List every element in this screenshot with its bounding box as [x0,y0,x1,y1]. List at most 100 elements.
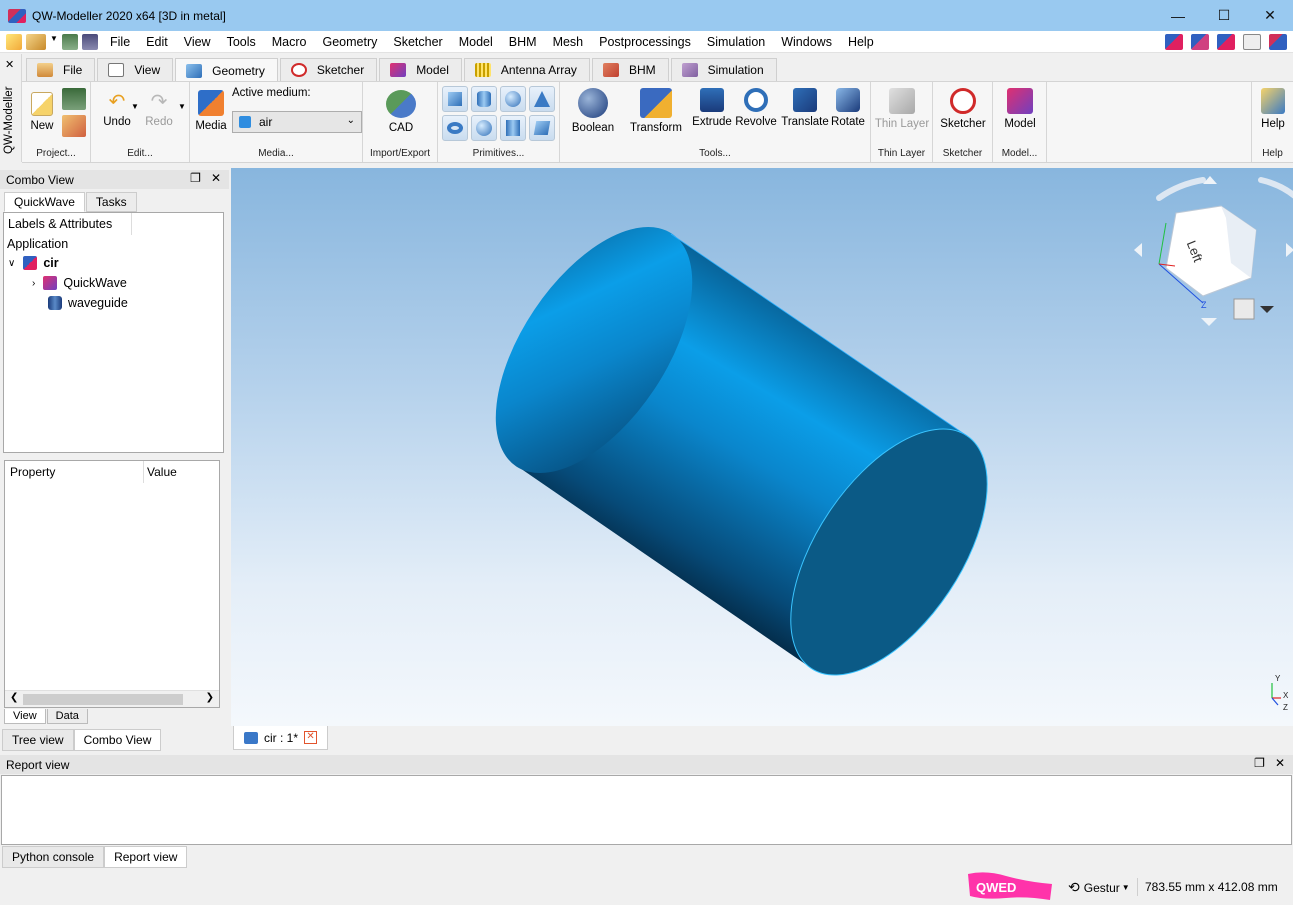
3d-viewport[interactable]: Z Left Y X Z [231,168,1293,726]
chevron-right-icon[interactable]: › [32,278,35,289]
menu-tools[interactable]: Tools [219,35,264,49]
scroll-left-icon[interactable]: ❮ [10,692,18,703]
menu-help[interactable]: Help [840,35,882,49]
view-menu-arrow-icon[interactable] [1260,306,1274,313]
qw-editor-icon[interactable] [1165,34,1183,50]
box-icon[interactable] [442,86,468,112]
menu-edit[interactable]: Edit [138,35,176,49]
boolean-button[interactable]: Boolean [568,88,618,134]
new-doc-icon[interactable] [6,33,22,50]
nav-right-arrow-icon[interactable] [1286,243,1293,257]
ellipsoid-icon[interactable] [471,115,497,141]
tab-file[interactable]: File [26,58,96,81]
tab-view[interactable]: View [4,709,46,724]
menu-windows[interactable]: Windows [773,35,840,49]
save-icon[interactable] [62,88,86,110]
media-button[interactable]: Media [194,90,228,132]
menu-mesh[interactable]: Mesh [545,35,592,49]
sketcher-button[interactable]: Sketcher [939,88,987,130]
translate-button[interactable]: Translate [779,88,831,128]
navigation-style-selector[interactable]: ⟲ Gestur ▼ [1068,879,1130,896]
maximize-button[interactable]: ☐ [1201,0,1247,31]
report-output[interactable] [1,775,1292,845]
tab-tasks[interactable]: Tasks [85,192,137,212]
close-icon[interactable]: ✕ [5,58,14,71]
menu-view[interactable]: View [176,35,219,49]
open-icon[interactable] [26,33,46,50]
model-button[interactable]: Model [998,88,1042,130]
undo-button[interactable]: ↶ Undo [99,92,135,128]
tab-simulation[interactable]: Simulation [670,58,777,81]
view-menu-cube-icon[interactable] [1233,298,1255,320]
tab-data[interactable]: Data [46,709,88,724]
redo-button[interactable]: ↷ Redo [141,92,177,128]
tab-view[interactable]: View [97,58,174,81]
menu-model[interactable]: Model [451,35,501,49]
menu-macro[interactable]: Macro [264,35,315,49]
ribbon: New Project... ↶ Undo ▼ ↷ Redo ▼ Edit...… [22,81,1293,163]
navigation-cube[interactable]: Z [1134,176,1293,326]
tab-model[interactable]: Model [379,58,462,81]
nav-down-arrow-icon[interactable] [1201,318,1217,326]
tree-item-waveguide[interactable]: waveguide [48,296,128,310]
help-button[interactable]: Help [1256,88,1290,130]
revolve-button[interactable]: Revolve [734,88,778,128]
close-button[interactable]: ✕ [1247,0,1293,31]
qwed-icon[interactable] [1269,34,1287,50]
rotate-button[interactable]: Rotate [828,88,868,128]
redo-dropdown-icon[interactable]: ▼ [178,102,186,111]
scroll-thumb[interactable] [23,694,183,705]
wedge-icon[interactable] [529,115,555,141]
tab-combo-view[interactable]: Combo View [73,729,162,751]
document-icon [244,731,258,744]
app-icon [8,8,26,23]
menu-sketcher[interactable]: Sketcher [385,35,450,49]
cad-button[interactable]: CAD [383,90,419,134]
www-icon[interactable] [1243,34,1261,50]
divider [143,461,144,483]
cone-icon[interactable] [529,86,555,112]
menu-simulation[interactable]: Simulation [699,35,773,49]
tab-quickwave[interactable]: QuickWave [4,192,85,212]
close-icon[interactable]: ✕ [304,731,318,744]
menu-bhm[interactable]: BHM [501,35,545,49]
float-icon[interactable]: ❐ [1254,756,1265,770]
thin-layer-button[interactable]: Thin Layer [874,88,930,130]
menu-postprocessings[interactable]: Postprocessings [591,35,699,49]
tree-item-cir[interactable]: ∨ cir [8,256,59,270]
menu-file[interactable]: File [102,35,138,49]
sphere-icon[interactable] [500,86,526,112]
extrude-button[interactable]: Extrude [690,88,734,128]
tab-sketcher[interactable]: Sketcher [279,58,378,81]
cylinder-icon[interactable] [471,86,497,112]
scroll-right-icon[interactable]: ❯ [206,692,214,703]
new-button[interactable]: New [30,92,54,132]
save-as-icon[interactable] [82,33,98,50]
qw-view-icon[interactable] [1217,34,1235,50]
qw-simulator-icon[interactable] [1191,34,1209,50]
dropdown-arrow-icon[interactable]: ▼ [50,34,58,50]
tab-python-console[interactable]: Python console [2,846,105,868]
document-tab[interactable]: cir : 1* ✕ [233,726,328,750]
nav-left-arrow-icon[interactable] [1134,243,1142,257]
undo-dropdown-icon[interactable]: ▼ [131,102,139,111]
float-icon[interactable]: ❐ [190,171,201,185]
minimize-button[interactable]: — [1155,0,1201,31]
tab-antenna-array[interactable]: Antenna Array [463,58,590,81]
tab-tree-view[interactable]: Tree view [2,729,74,751]
transform-button[interactable]: Transform [626,88,686,134]
tree-item-quickwave[interactable]: › QuickWave [32,276,127,290]
save-image-icon[interactable] [62,115,86,137]
save-icon[interactable] [62,33,78,50]
tab-report-view[interactable]: Report view [104,846,188,868]
chevron-down-icon[interactable]: ∨ [8,258,15,269]
tab-bhm[interactable]: BHM [591,58,669,81]
menu-geometry[interactable]: Geometry [315,35,386,49]
close-icon[interactable]: ✕ [1275,756,1285,770]
tab-geometry[interactable]: Geometry [175,58,278,82]
active-medium-select[interactable]: air ⌄ [232,111,362,133]
horizontal-scrollbar[interactable]: ❮ ❯ [5,690,219,707]
torus-icon[interactable] [442,115,468,141]
close-icon[interactable]: ✕ [211,171,221,185]
tube-icon[interactable] [500,115,526,141]
